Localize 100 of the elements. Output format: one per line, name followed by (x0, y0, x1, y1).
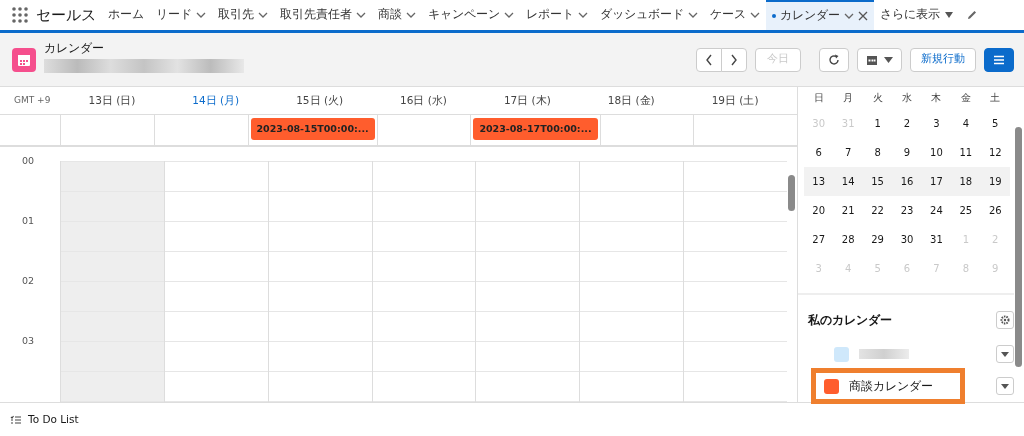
app-launcher-icon[interactable] (12, 7, 28, 23)
page-title: カレンダー (44, 39, 105, 57)
calendar-day[interactable]: 16 (900, 176, 914, 187)
nav-tab[interactable]: レポート (520, 0, 594, 30)
list-view-button[interactable] (984, 47, 1014, 72)
hour-label: 00 (22, 155, 35, 166)
calendar-name: 商談カレンダー (849, 378, 933, 395)
week-row[interactable]: 6 7 8 9 10 11 12 (804, 138, 1010, 167)
nav-tab[interactable]: ホーム (102, 0, 150, 30)
nav-tab[interactable]: 取引先責任者 (274, 0, 372, 30)
caret-down-icon (1001, 383, 1009, 389)
next-button[interactable] (721, 47, 747, 72)
caret-down-icon (1001, 351, 1009, 357)
chevron-down-icon[interactable] (356, 10, 366, 20)
nav-tab[interactable]: リード (150, 0, 212, 30)
calendar-day[interactable]: 25 (959, 205, 973, 216)
calendar-day[interactable]: 14 (841, 176, 855, 187)
weekday-label: 火 (871, 91, 884, 105)
pencil-icon[interactable] (966, 9, 978, 21)
calendar-day[interactable]: 9 (903, 147, 911, 158)
new-event-button[interactable]: 新規行動 (910, 47, 976, 72)
calendar-day[interactable]: 22 (871, 205, 884, 216)
calendar-day[interactable]: 4 (962, 118, 970, 129)
hour-label: 01 (22, 215, 35, 226)
settings-button[interactable] (996, 311, 1014, 329)
weekday-label: 木 (930, 91, 943, 105)
calendar-day[interactable]: 2 (903, 118, 911, 129)
nav-tab[interactable]: ダッシュボード (594, 0, 704, 30)
close-icon[interactable] (858, 11, 868, 21)
calendar-day[interactable]: 11 (959, 147, 973, 158)
day-header: 16日 (水) (399, 92, 448, 108)
chevron-down-icon[interactable] (504, 10, 514, 20)
utility-bar-item[interactable]: To Do List (28, 411, 79, 428)
nav-tab[interactable]: 取引先 (212, 0, 274, 30)
calendar-day[interactable]: 18 (959, 176, 973, 187)
scrollbar-thumb[interactable] (788, 175, 795, 211)
calendar-day[interactable]: 23 (900, 205, 914, 216)
chevron-left-icon (705, 53, 713, 66)
calendar-app-icon (12, 47, 36, 72)
checklist-icon (10, 414, 22, 425)
weekday-label: 月 (842, 91, 855, 105)
chevron-down-icon[interactable] (844, 11, 854, 21)
calendar-icon (866, 53, 878, 66)
hour-label: 02 (22, 275, 35, 286)
nav-tab[interactable]: キャンペーン (422, 0, 520, 30)
chevron-down-icon[interactable] (578, 10, 588, 20)
timezone-label: GMT +9 (13, 93, 52, 107)
chevron-down-icon[interactable] (750, 10, 760, 20)
refresh-icon (828, 53, 840, 66)
calendar-day[interactable]: 17 (930, 176, 943, 187)
caret-down-icon (884, 56, 893, 63)
chevron-down-icon[interactable] (406, 10, 416, 20)
hour-label: 03 (22, 335, 35, 346)
week-row[interactable]: 20 21 22 23 24 25 26 (804, 196, 1010, 225)
chevron-right-icon (730, 53, 738, 66)
calendar-day[interactable]: 13 (812, 176, 826, 187)
event-chip[interactable]: 2023-08-17T00:00:... (473, 118, 598, 141)
calendar-day[interactable]: 31 (930, 234, 943, 245)
chevron-down-icon[interactable] (258, 10, 268, 20)
calendar-day[interactable]: 27 (812, 234, 826, 245)
chevron-down-icon[interactable] (688, 10, 698, 20)
calendar-day[interactable]: 7 (844, 147, 852, 158)
calendar-day[interactable]: 10 (930, 147, 943, 158)
event-chip[interactable]: 2023-08-15T00:00:... (250, 118, 375, 141)
more-tabs-menu[interactable]: さらに表示 (874, 0, 960, 30)
calendar-day[interactable]: 1 (874, 118, 881, 129)
calendar-day[interactable]: 8 (874, 147, 881, 158)
weekday-label: 日 (812, 91, 825, 105)
calendar-day[interactable]: 29 (871, 234, 884, 245)
calendar-day[interactable]: 19 (988, 176, 1002, 187)
view-menu-button[interactable] (857, 47, 902, 72)
weekday-label: 水 (901, 91, 913, 105)
calendar-day[interactable]: 6 (815, 147, 822, 158)
calendar-day[interactable]: 26 (988, 205, 1002, 216)
redacted-text (859, 349, 909, 359)
nav-tab[interactable]: 商談 (372, 0, 422, 30)
refresh-button[interactable] (819, 47, 849, 72)
calendar-day[interactable]: 30 (900, 234, 914, 245)
calendar-day[interactable]: 20 (812, 205, 826, 216)
nav-tab[interactable]: カレンダー (766, 0, 874, 30)
dropdown-button[interactable] (996, 377, 1014, 395)
calendar-day[interactable]: 12 (988, 147, 1002, 158)
weekday-label: 金 (959, 91, 972, 105)
settings-icon (1000, 315, 1010, 325)
calendar-day[interactable]: 3 (933, 118, 940, 129)
nav-tab[interactable]: ケース (704, 0, 766, 30)
calendar-day[interactable]: 15 (871, 176, 884, 187)
calendar-day[interactable]: 24 (930, 205, 943, 216)
day-header: 13日 (日) (87, 92, 137, 108)
previous-button[interactable] (696, 47, 722, 72)
week-row[interactable]: 13 14 15 16 17 18 19 (804, 167, 1010, 196)
app-name: セールス (36, 4, 96, 26)
scrollbar-thumb[interactable] (1015, 127, 1022, 367)
day-header: 14日 (月) (191, 92, 241, 108)
chevron-down-icon[interactable] (196, 10, 206, 20)
calendar-day[interactable]: 28 (841, 234, 855, 245)
day-header: 15日 (火) (295, 92, 345, 108)
dropdown-button[interactable] (996, 345, 1014, 363)
calendar-day[interactable]: 21 (841, 205, 855, 216)
calendar-day[interactable]: 5 (992, 118, 999, 129)
